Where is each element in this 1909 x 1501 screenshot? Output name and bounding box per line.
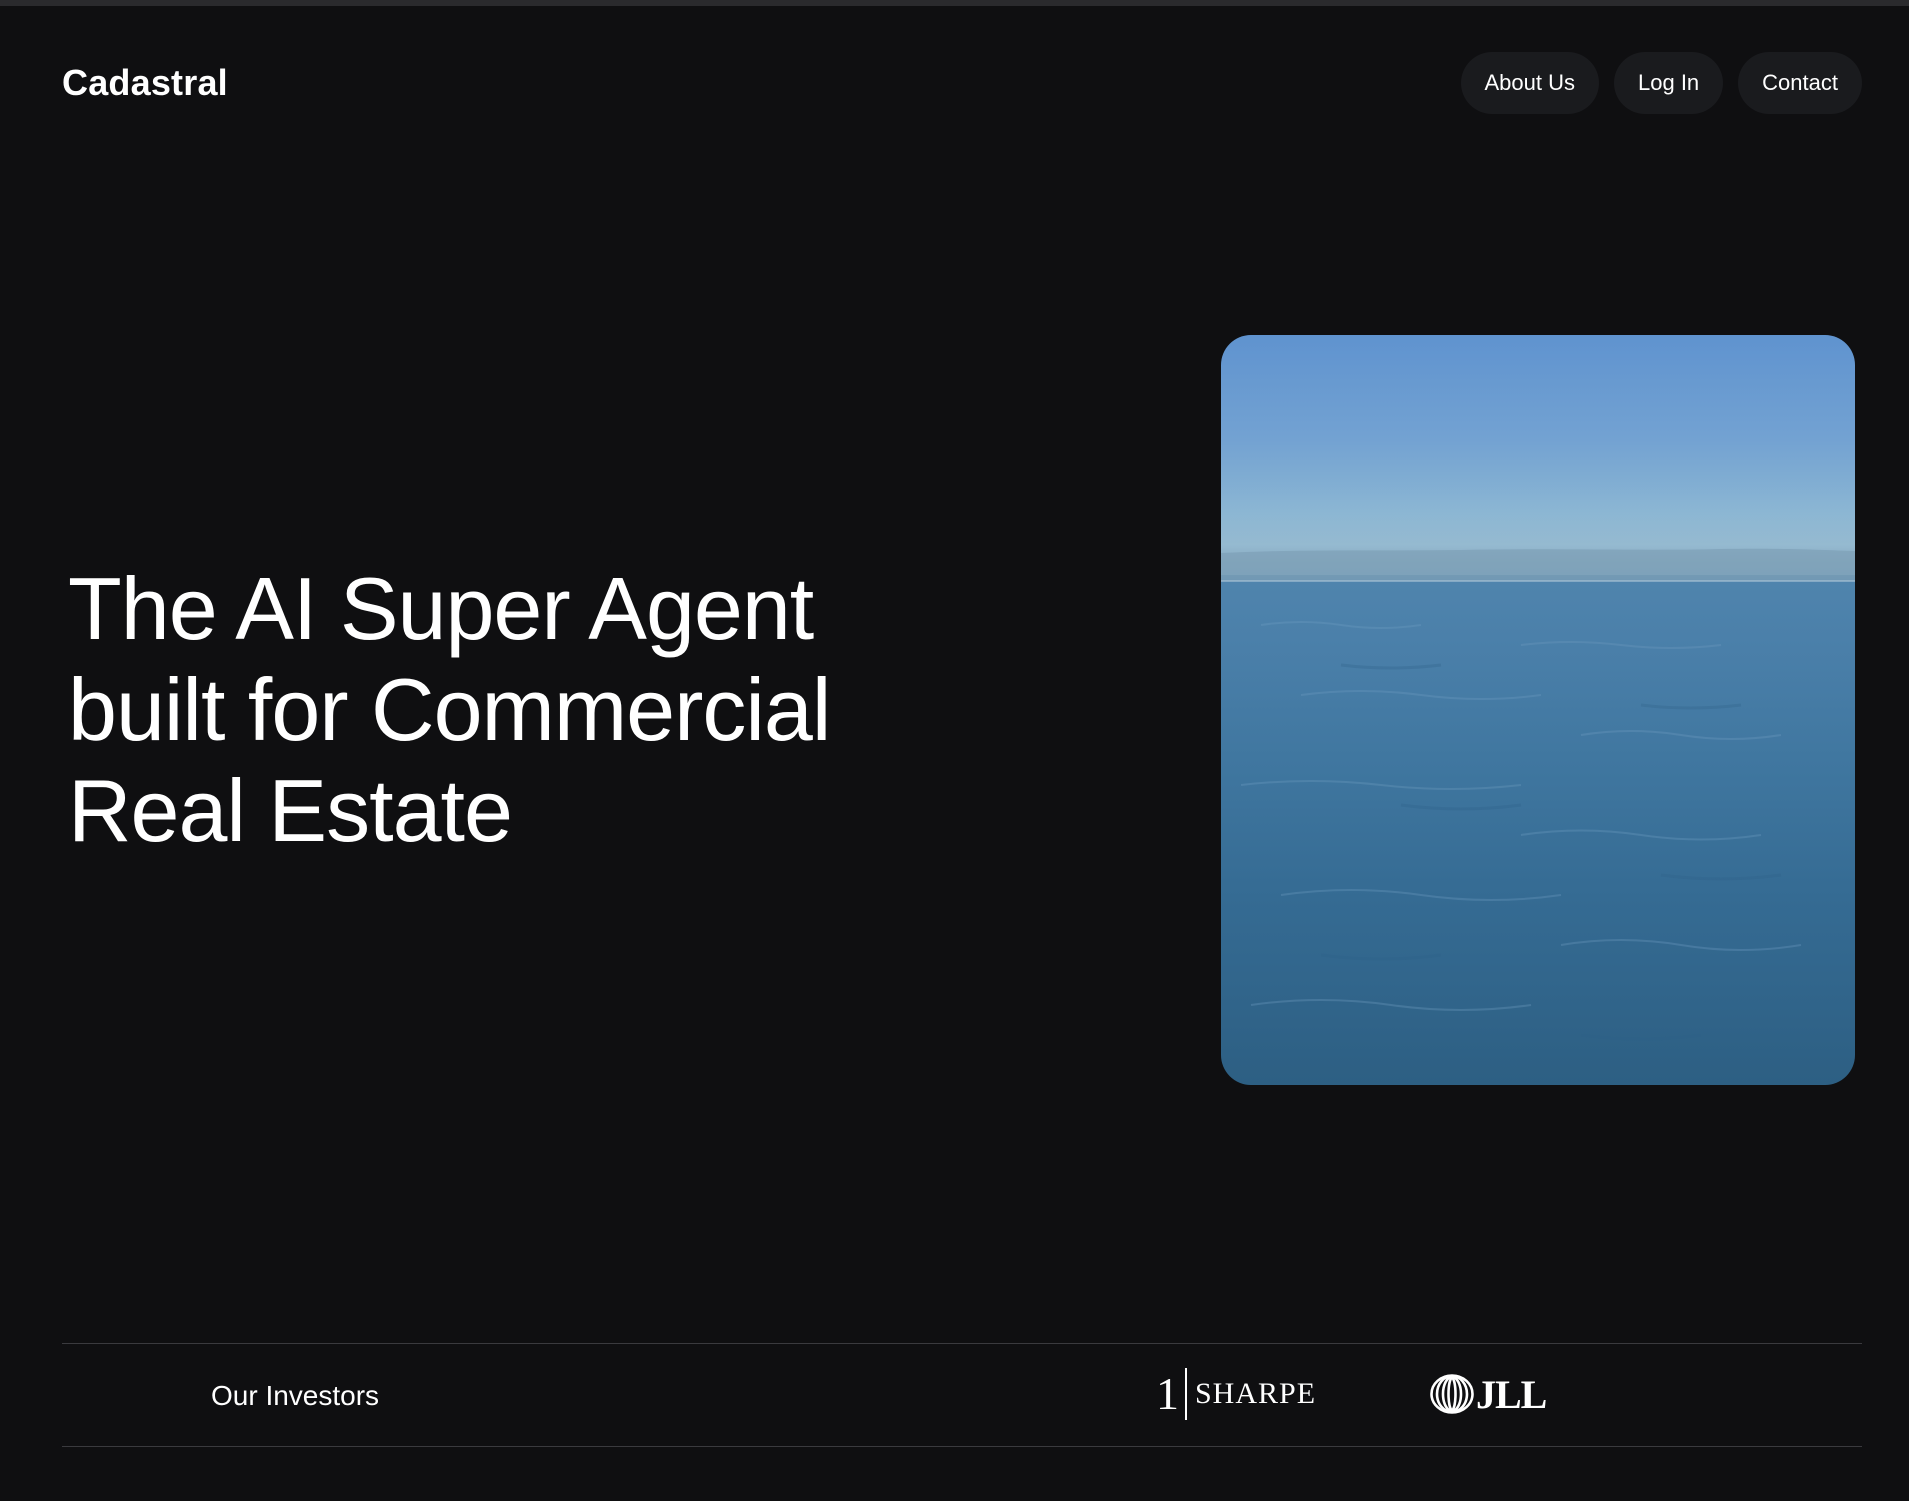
hero-title-line-2: built for Commercial	[68, 660, 831, 759]
jll-logo-word: JLL	[1476, 1371, 1547, 1417]
top-nav: About Us Log In Contact	[1460, 52, 1862, 114]
nav-contact-button[interactable]: Contact	[1738, 52, 1862, 114]
brand-logo[interactable]: Cadastral	[62, 62, 228, 104]
hero-title: The AI Super Agent built for Commercial …	[68, 558, 968, 861]
landing-page: Cadastral About Us Log In Contact The AI…	[0, 0, 1909, 1501]
hero-ocean-video	[1221, 335, 1855, 1085]
nav-about-us-button[interactable]: About Us	[1460, 52, 1599, 114]
jll-logo: JLL	[1430, 1371, 1547, 1417]
top-border	[0, 0, 1909, 6]
investors-section: Our Investors 1 SHARPE JLL	[62, 1343, 1862, 1447]
sharpe-logo-word: SHARPE	[1195, 1377, 1317, 1410]
hero-title-line-3: Real Estate	[68, 761, 513, 860]
sharpe-logo: 1 SHARPE	[1156, 1368, 1316, 1420]
investors-label: Our Investors	[211, 1380, 380, 1411]
hero-title-line-1: The AI Super Agent	[68, 559, 814, 658]
ocean-image	[1221, 485, 1855, 1041]
sharpe-logo-number: 1	[1156, 1368, 1187, 1420]
jll-mark-icon	[1430, 1374, 1474, 1414]
nav-log-in-button[interactable]: Log In	[1614, 52, 1724, 114]
